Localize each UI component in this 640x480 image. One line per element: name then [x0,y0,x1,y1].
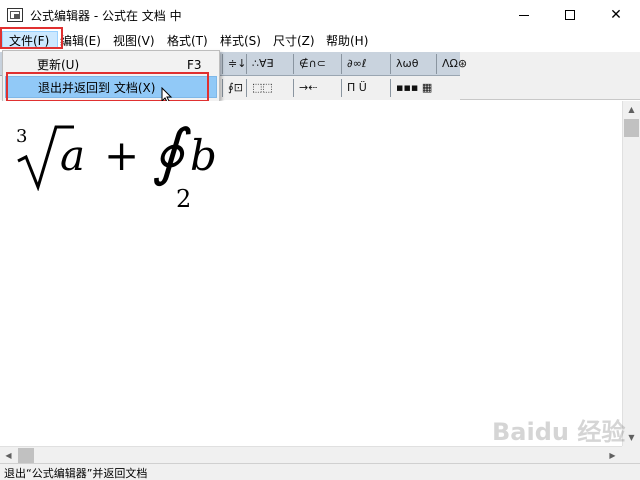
formula[interactable]: 3 a + ∮ 2 b [12,115,272,221]
toolbar-greek-upper-group[interactable]: ΛΩ⊛ [436,54,467,74]
horizontal-scroll-thumb[interactable] [18,448,34,463]
toolbar-box-templates[interactable]: ⬚⬚ [246,79,273,97]
contour-integral: ∮ [152,115,185,188]
menu-file-highlight-frame [0,27,63,49]
vertical-scrollbar[interactable]: ▲ ▼ [622,101,640,446]
close-icon: ✕ [610,7,622,23]
exit-item-highlight-frame [6,72,209,102]
maximize-button[interactable] [547,0,593,30]
app-icon [7,8,23,22]
baidu-watermark: Baidu 经验 [492,412,632,458]
plus-sign: + [104,131,140,180]
toolbar-matrix-templates[interactable]: ▪▪▪ ▦ [390,79,432,97]
menu-bar: 文件(F) 编辑(E) 视图(V) 格式(T) 样式(S) 尺寸(Z) 帮助(H… [0,30,640,50]
toolbar-misc-group[interactable]: ∂∞ℓ [341,54,366,74]
window-title: 公式编辑器 - 公式在 文档 中 [30,9,182,23]
toolbar-arrows-group[interactable]: ≑↓ [222,54,246,74]
formula-editor-area[interactable]: 3 a + ∮ 2 b [0,101,622,446]
menu-view[interactable]: 视图(V) [113,32,155,50]
integral-lower-limit: 2 [176,185,192,213]
watermark-text: Baidu 经验 [492,418,626,446]
status-text: 退出“公式编辑器”并返回文档 [4,467,148,480]
minimize-button[interactable] [501,0,547,30]
menu-size[interactable]: 尺寸(Z) [273,32,315,50]
toolbar-sets-group[interactable]: ∉∩⊂ [293,54,326,74]
close-button[interactable]: ✕ [593,0,639,30]
toolbar-greek-lower-group[interactable]: λωθ [390,54,418,74]
scroll-left-icon[interactable]: ◀ [0,447,17,464]
menu-format[interactable]: 格式(T) [167,32,208,50]
variable-b: b [190,131,217,180]
scroll-up-icon[interactable]: ▲ [623,101,640,118]
toolbar-integral-templates[interactable]: ∮⊡ [222,79,243,97]
status-bar: 退出“公式编辑器”并返回文档 [0,463,640,480]
toolbar-logic-group[interactable]: ∴∀∃ [246,54,273,74]
toolbar-arrow-templates[interactable]: →⇠ [293,79,317,97]
menu-help[interactable]: 帮助(H) [326,32,368,50]
minimize-icon [519,15,529,16]
vertical-scroll-thumb[interactable] [624,119,639,137]
toolbar-product-templates[interactable]: Π̈ Ü [341,79,367,97]
menu-edit[interactable]: 编辑(E) [60,32,101,50]
menu-style[interactable]: 样式(S) [220,32,261,50]
variable-a: a [60,131,86,180]
title-bar: 公式编辑器 - 公式在 文档 中 ✕ [0,0,640,30]
maximize-icon [565,10,575,20]
